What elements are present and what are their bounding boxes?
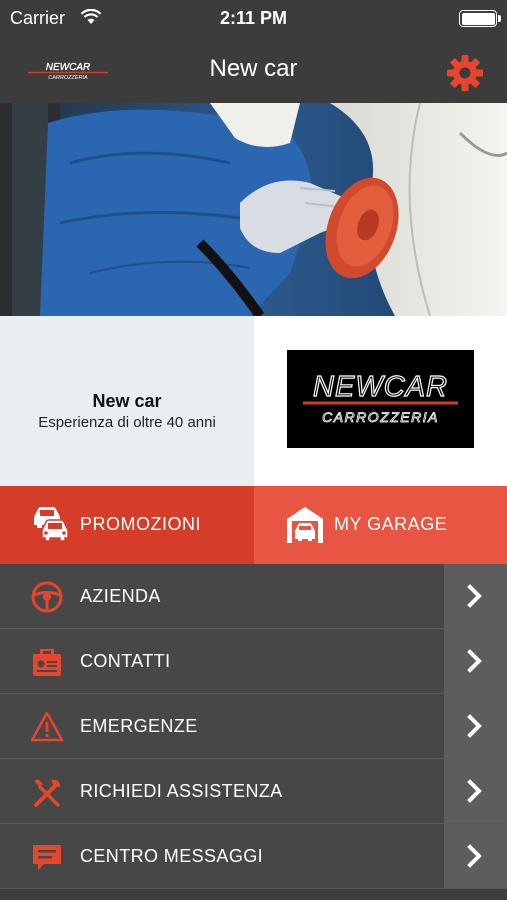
tools-icon <box>34 779 60 807</box>
promozioni-label: PROMOZIONI <box>80 514 201 534</box>
menu-item-label: RICHIEDI ASSISTENZA <box>80 781 283 801</box>
menu-item-label: AZIENDA <box>80 586 161 606</box>
company-info: New car Esperienza di oltre 40 anni <box>0 316 254 486</box>
steering-wheel-icon <box>31 581 63 613</box>
menu-arrow-area <box>444 564 507 628</box>
chat-icon <box>33 845 61 870</box>
cars-icon <box>34 507 69 542</box>
brand-logo: NEWCAR CARROZZERIA <box>287 350 474 448</box>
hero-image <box>0 103 507 316</box>
garage-icon <box>287 507 323 543</box>
menu-item-label: CONTATTI <box>80 651 171 671</box>
status-bar: Carrier 2:11 PM <box>0 0 507 37</box>
chevron-right-icon <box>467 649 482 673</box>
menu-arrow-area <box>444 694 507 758</box>
chevron-right-icon <box>467 584 482 608</box>
company-tagline: Esperienza di oltre 40 anni <box>38 414 216 431</box>
menu-item-label: EMERGENZE <box>80 716 198 736</box>
my-garage-button[interactable]: MY GARAGE <box>254 486 507 564</box>
nav-bar: NEWCAR CARROZZERIA New car <box>0 37 507 103</box>
svg-text:CARROZZERIA: CARROZZERIA <box>322 409 439 425</box>
contact-card-icon <box>33 649 61 676</box>
svg-text:NEWCAR: NEWCAR <box>313 371 448 403</box>
chevron-right-icon <box>467 779 482 803</box>
my-garage-label: MY GARAGE <box>334 514 448 534</box>
battery-icon <box>459 10 501 27</box>
main-menu: AZIENDA CONTATTI EMERGENZE RICHIEDI ASSI… <box>0 564 507 889</box>
menu-item-centro-messaggi[interactable]: CENTRO MESSAGGI <box>0 824 507 889</box>
menu-item-richiedi-assistenza[interactable]: RICHIEDI ASSISTENZA <box>0 759 507 824</box>
menu-item-contatti[interactable]: CONTATTI <box>0 629 507 694</box>
chevron-right-icon <box>467 844 482 868</box>
warning-icon <box>30 711 64 742</box>
menu-item-label: CENTRO MESSAGGI <box>80 846 264 866</box>
menu-item-azienda[interactable]: AZIENDA <box>0 564 507 629</box>
menu-arrow-area <box>444 824 507 888</box>
menu-arrow-area <box>444 759 507 823</box>
menu-arrow-area <box>444 629 507 693</box>
brand-panel: NEWCAR CARROZZERIA <box>254 316 507 486</box>
chevron-right-icon <box>467 714 482 738</box>
promozioni-button[interactable]: PROMOZIONI <box>0 486 254 564</box>
page-title: New car <box>209 55 298 82</box>
status-time: 2:11 PM <box>219 8 288 28</box>
company-name: New car <box>92 391 162 411</box>
gear-icon[interactable] <box>445 53 485 93</box>
menu-item-emergenze[interactable]: EMERGENZE <box>0 694 507 759</box>
